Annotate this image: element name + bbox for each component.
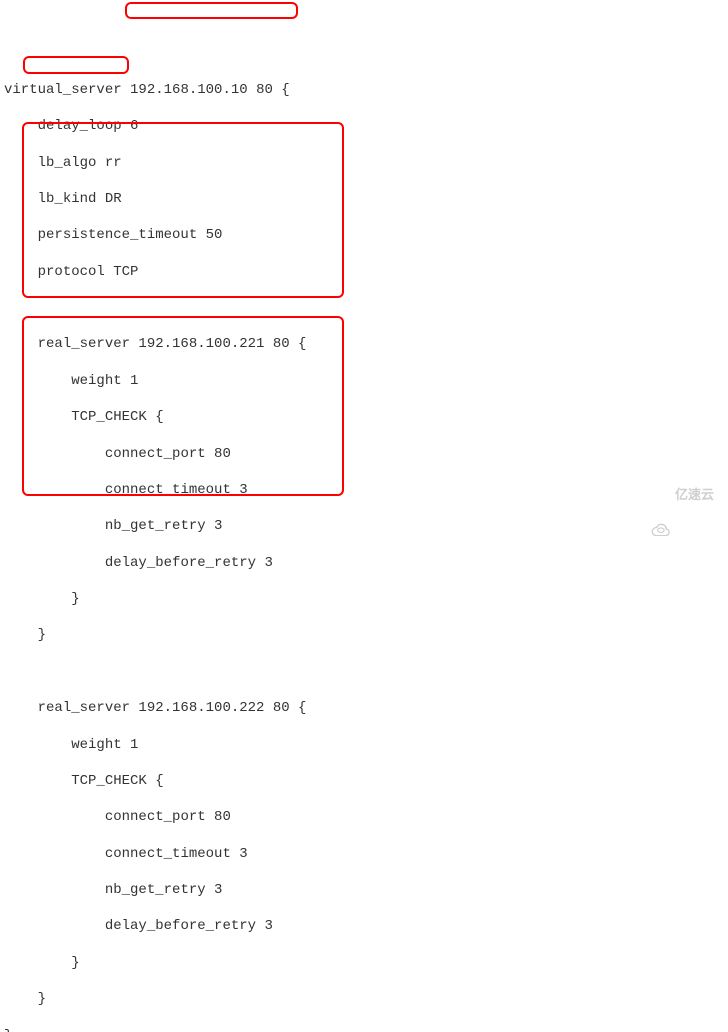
rs1-delay-before-retry: delay_before_retry 3	[4, 554, 724, 572]
rs1-connect-port: connect_port 80	[4, 445, 724, 463]
blank-line-2	[4, 663, 724, 681]
virtual-server-close: }	[4, 1027, 724, 1032]
rs2-delay-before-retry: delay_before_retry 3	[4, 917, 724, 935]
rs2-connect-timeout: connect_timeout 3	[4, 845, 724, 863]
cloud-icon	[649, 488, 671, 503]
rs1-connect-timeout: connect_timeout 3	[4, 481, 724, 499]
vip-ip: 192.168.100.10	[130, 82, 248, 98]
virtual-server-line: virtual_server 192.168.100.10 80 {	[4, 81, 724, 99]
rs1-tcp-check-close: }	[4, 590, 724, 608]
blank-line	[4, 299, 724, 317]
rs1-block-close: }	[4, 626, 724, 644]
real-server-1-header: real_server 192.168.100.221 80 {	[4, 335, 724, 353]
rs2-nb-get-retry: nb_get_retry 3	[4, 881, 724, 899]
watermark: 亿速云	[649, 487, 714, 504]
rs1-tcp-check-open: TCP_CHECK {	[4, 408, 724, 426]
protocol-line: protocol TCP	[4, 263, 724, 281]
rs2-tcp-check-open: TCP_CHECK {	[4, 772, 724, 790]
rs2-block-close: }	[4, 990, 724, 1008]
lb-kind-line: lb_kind DR	[4, 190, 724, 208]
vip-port: 80	[256, 82, 273, 98]
rs1-weight: weight 1	[4, 372, 724, 390]
highlight-vip	[125, 2, 298, 19]
delay-loop-line: delay_loop 6	[4, 117, 724, 135]
rs2-tcp-check-close: }	[4, 954, 724, 972]
highlight-lb-kind	[23, 56, 129, 74]
rs2-weight: weight 1	[4, 736, 724, 754]
real-server-2-header: real_server 192.168.100.222 80 {	[4, 699, 724, 717]
watermark-text: 亿速云	[675, 487, 714, 504]
lb-algo-line: lb_algo rr	[4, 154, 724, 172]
virtual-server-keyword: virtual_server	[4, 82, 122, 98]
persistence-line: persistence_timeout 50	[4, 226, 724, 244]
rs2-connect-port: connect_port 80	[4, 808, 724, 826]
rs1-nb-get-retry: nb_get_retry 3	[4, 517, 724, 535]
